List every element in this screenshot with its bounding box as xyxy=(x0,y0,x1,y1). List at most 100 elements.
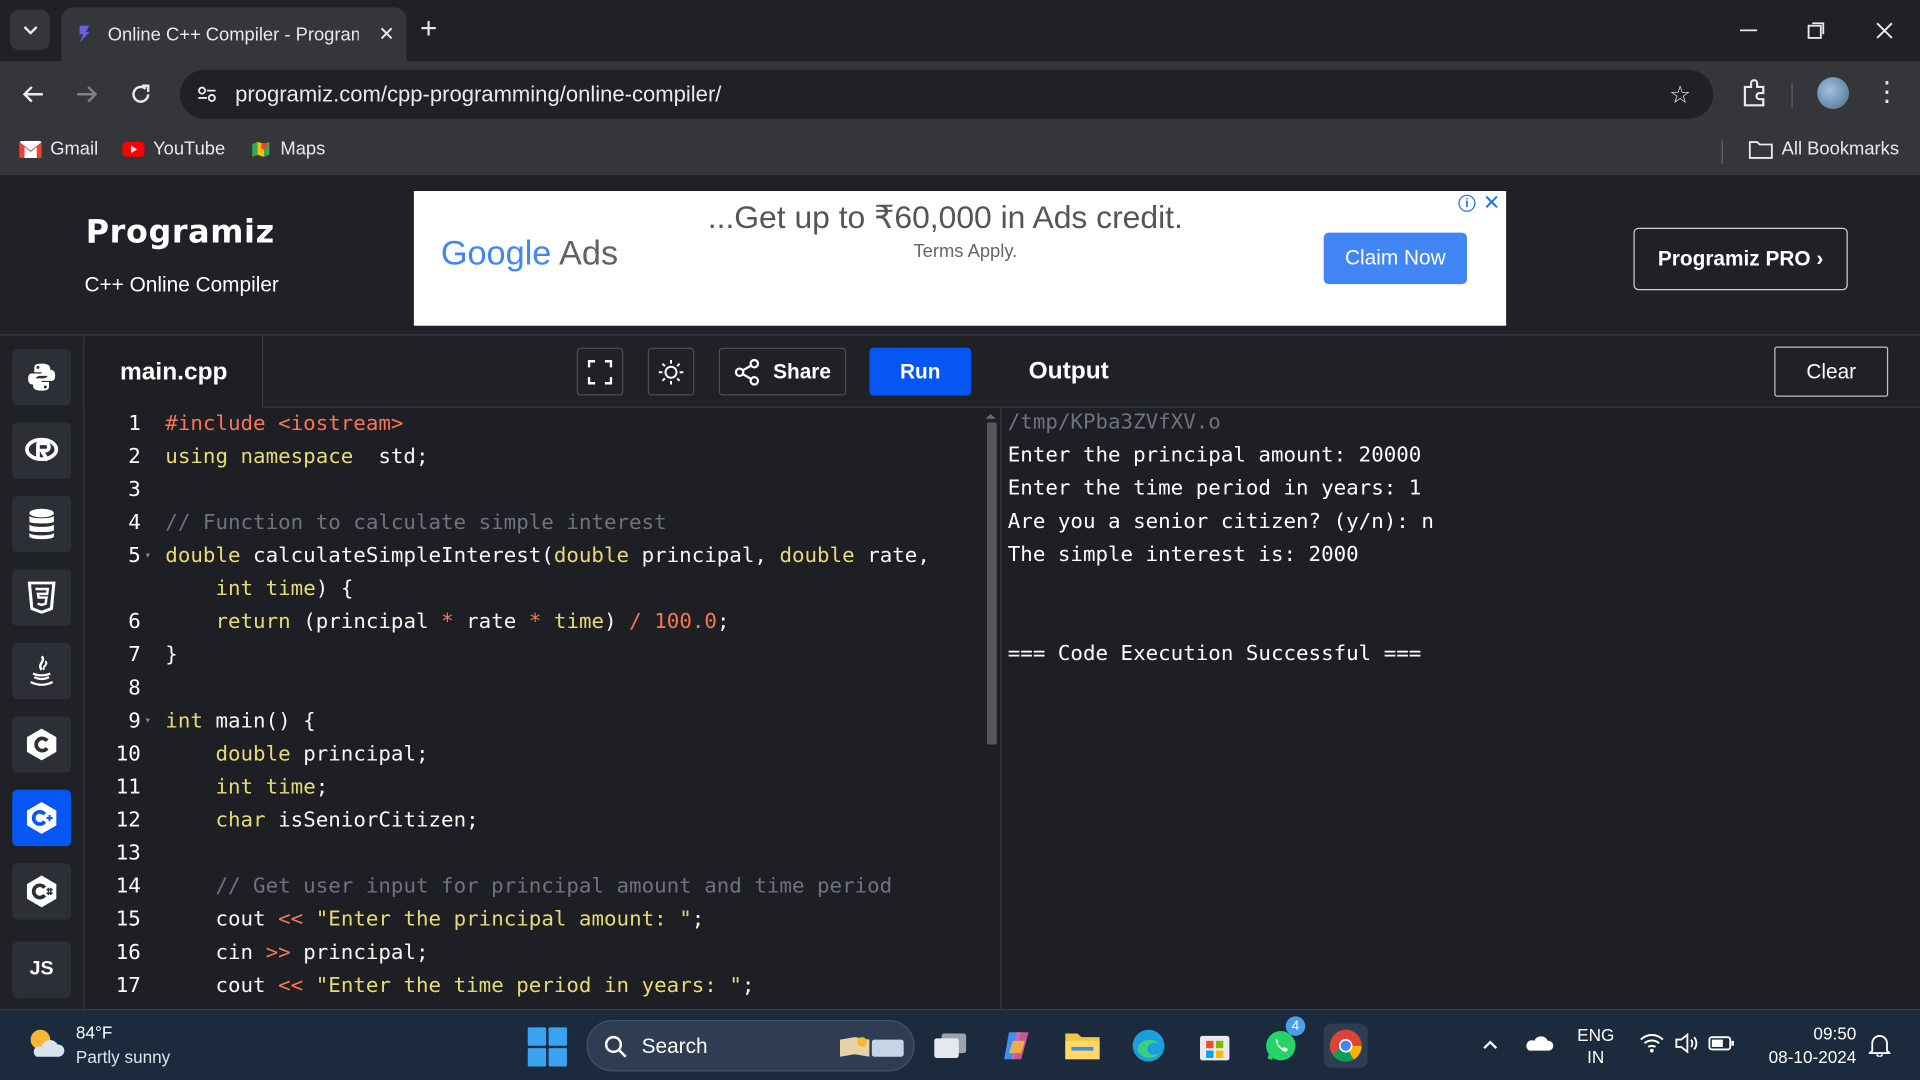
code-line[interactable]: 9 ▾ int main() { xyxy=(84,705,990,738)
code-text: return (principal * rate * time) / 100.0… xyxy=(165,606,729,639)
windows-taskbar: 84°F Partly sunny Search 4 ENG IN 09:50 … xyxy=(0,1008,1920,1080)
lang-html-button[interactable] xyxy=(12,569,72,626)
lang-r-button[interactable] xyxy=(12,422,72,479)
copilot-button[interactable] xyxy=(994,1024,1038,1068)
code-line[interactable]: 11 int time; xyxy=(84,771,990,804)
file-tab-main-cpp[interactable]: main.cpp xyxy=(84,336,264,408)
extensions-icon[interactable] xyxy=(1739,77,1771,109)
chrome-button[interactable] xyxy=(1323,1023,1368,1068)
csharp-icon xyxy=(26,875,57,908)
ad-close-icon[interactable]: ✕ xyxy=(1483,191,1500,215)
language-indicator[interactable]: ENG IN xyxy=(1577,1024,1614,1068)
browser-tab[interactable]: Online C++ Compiler - Programiz ✕ xyxy=(61,7,407,62)
code-line[interactable]: 14 // Get user input for principal amoun… xyxy=(84,871,990,904)
code-line[interactable]: 17 cout << "Enter the time period in yea… xyxy=(84,970,990,1003)
ad-banner[interactable]: Google Ads ...Get up to ₹60,000 in Ads c… xyxy=(413,191,1507,326)
task-view-button[interactable] xyxy=(928,1024,972,1068)
lang-c-button[interactable] xyxy=(12,716,72,773)
minimize-button[interactable] xyxy=(1730,12,1767,49)
scroll-up-arrow-icon xyxy=(985,413,996,419)
microsoft-store-button[interactable] xyxy=(1193,1024,1237,1068)
all-bookmarks-button[interactable]: All Bookmarks xyxy=(1748,138,1899,159)
copilot-icon xyxy=(1004,1032,1029,1060)
code-line[interactable]: 12 char isSeniorCitizen; xyxy=(84,804,990,837)
fold-arrow-icon[interactable]: ▾ xyxy=(144,540,151,573)
code-line[interactable]: 13 xyxy=(84,838,990,871)
code-line[interactable]: 8 xyxy=(84,672,990,705)
theme-toggle-button[interactable] xyxy=(647,347,695,396)
restore-button[interactable] xyxy=(1798,12,1835,49)
code-line[interactable]: 3 xyxy=(84,474,990,507)
fold-arrow-icon[interactable]: ▾ xyxy=(144,705,151,738)
show-hidden-icons[interactable] xyxy=(1482,1035,1499,1055)
code-line[interactable]: 7} xyxy=(84,639,990,672)
lang-sql-button[interactable] xyxy=(12,495,72,553)
close-icon xyxy=(1876,22,1893,39)
code-line[interactable]: int time) { xyxy=(84,573,990,606)
reload-button[interactable] xyxy=(122,76,159,113)
code-line[interactable]: 2 using namespace std; xyxy=(84,441,990,474)
code-line[interactable]: 10 double principal; xyxy=(84,738,990,771)
lang-python-button[interactable] xyxy=(12,348,72,406)
editor-scrollbar-thumb[interactable] xyxy=(986,422,997,745)
output-console[interactable]: /tmp/KPba3ZVfXV.o Enter the principal am… xyxy=(1001,407,1920,1009)
system-tray-status[interactable] xyxy=(1640,1032,1736,1054)
code-text: cout << "Enter the principal amount: "; xyxy=(165,904,704,937)
java-icon xyxy=(30,655,54,686)
profile-avatar[interactable] xyxy=(1817,77,1849,109)
weather-temperature[interactable]: 84°F xyxy=(76,1022,112,1042)
weather-condition[interactable]: Partly sunny xyxy=(76,1047,170,1067)
bookmark-maps[interactable]: Maps xyxy=(250,138,325,159)
programiz-logo[interactable]: Programiz xyxy=(86,214,275,251)
tab-search-button[interactable] xyxy=(9,9,51,51)
code-line[interactable]: 1 #include <iostream> xyxy=(84,408,990,441)
code-line[interactable]: 16 cin >> principal; xyxy=(84,937,990,970)
code-line[interactable]: 4 // Function to calculate simple interes… xyxy=(84,507,990,540)
code-token: 100.0 xyxy=(654,609,717,635)
windows-start-button[interactable] xyxy=(527,1027,567,1067)
forward-button[interactable] xyxy=(69,76,106,113)
back-button[interactable] xyxy=(15,76,52,113)
run-button[interactable]: Run xyxy=(869,347,972,396)
output-success-line: === Code Execution Successful === xyxy=(1007,641,1422,667)
claim-now-button[interactable]: Claim Now xyxy=(1323,232,1467,285)
clear-button[interactable]: Clear xyxy=(1774,346,1889,397)
new-tab-button[interactable]: + xyxy=(420,12,437,46)
onedrive-icon[interactable] xyxy=(1525,1033,1554,1056)
browser-menu-icon[interactable]: ⋮ xyxy=(1873,76,1900,108)
bookmark-gmail[interactable]: Gmail xyxy=(19,138,99,159)
notification-center[interactable] xyxy=(1867,1032,1892,1060)
task-view-icon xyxy=(934,1033,967,1058)
taskbar-search[interactable]: Search xyxy=(586,1020,915,1072)
partly-sunny-icon[interactable] xyxy=(24,1025,66,1062)
edge-browser-button[interactable] xyxy=(1127,1024,1171,1068)
clock[interactable]: 09:50 08-10-2024 xyxy=(1761,1022,1857,1069)
code-editor[interactable]: 1 #include <iostream> 2 using namespace std… xyxy=(84,407,1002,1009)
lang-csharp-button[interactable] xyxy=(12,863,72,920)
whatsapp-button[interactable]: 4 xyxy=(1259,1016,1306,1068)
site-info-icon[interactable] xyxy=(192,80,221,109)
tab-close-icon[interactable]: ✕ xyxy=(378,22,394,46)
lang-java-button[interactable] xyxy=(12,642,72,700)
fullscreen-button[interactable] xyxy=(576,347,624,396)
line-number: 6 xyxy=(128,609,141,635)
lang-js-button[interactable]: JS xyxy=(12,941,72,998)
bookmark-star-icon[interactable]: ☆ xyxy=(1669,80,1691,111)
bookmark-youtube[interactable]: YouTube xyxy=(122,138,225,159)
lang-cpp-button[interactable] xyxy=(12,789,72,847)
code-token: double xyxy=(215,742,291,767)
arrow-right-icon xyxy=(77,86,98,103)
code-text: // Get user input for principal amount a… xyxy=(165,871,892,904)
share-button[interactable]: Share xyxy=(718,347,847,396)
code-text: cout << "Enter the time period in years:… xyxy=(165,970,754,1003)
code-line[interactable]: 6 return (principal * rate * time) / 100… xyxy=(84,606,990,639)
code-line[interactable]: 5 ▾ double calculateSimpleInterest(double … xyxy=(84,540,990,573)
address-bar[interactable]: programiz.com/cpp-programming/online-com… xyxy=(180,69,1714,119)
code-line[interactable]: 15 cout << "Enter the principal amount: … xyxy=(84,904,990,937)
file-explorer-button[interactable] xyxy=(1060,1024,1104,1068)
programiz-pro-button[interactable]: Programiz PRO › xyxy=(1633,227,1848,291)
ad-info-icon[interactable]: i xyxy=(1458,194,1476,212)
code-text: } xyxy=(165,639,178,672)
close-window-button[interactable] xyxy=(1866,12,1903,49)
url-text[interactable]: programiz.com/cpp-programming/online-com… xyxy=(235,82,721,108)
